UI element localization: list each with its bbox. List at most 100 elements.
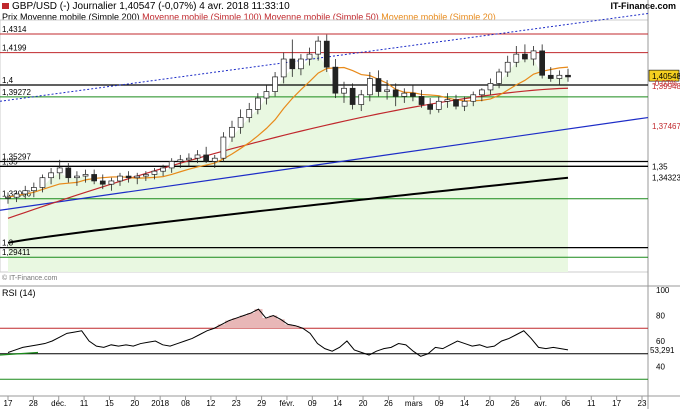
level-label: 1,4314 (2, 25, 27, 34)
candle-body (427, 104, 434, 110)
candle-body (151, 170, 158, 175)
candle-body (349, 87, 356, 105)
level-label: 1,4 (2, 76, 14, 85)
candle-body (39, 177, 46, 188)
candle-body (82, 174, 89, 177)
candle-body (401, 92, 408, 97)
time-tick-label: 26 (511, 399, 520, 408)
candle-body (134, 175, 141, 179)
rsi-panel: 100 80 60 40 53,291 (0, 285, 680, 380)
candle-body (315, 40, 322, 55)
candle-body (539, 50, 546, 76)
candle-body (323, 40, 330, 68)
candle-body (504, 61, 511, 73)
candle-body (125, 175, 132, 179)
candle-body (358, 94, 365, 105)
candle-body (306, 53, 313, 60)
candle-body (211, 157, 218, 162)
level-label: 1,39272 (2, 88, 31, 97)
candle-body (5, 196, 11, 199)
time-tick-label: 14 (460, 399, 469, 408)
candle-body (168, 161, 175, 169)
candle-body (246, 109, 253, 118)
time-tick-label: 08 (181, 399, 190, 408)
candle-body (410, 92, 416, 97)
time-tick-label: 15 (105, 399, 114, 408)
candle-body (332, 66, 339, 94)
candle-body (30, 187, 37, 192)
right-axis-label: 1,34323 (652, 173, 680, 182)
candle-body (384, 89, 390, 92)
time-tick-label: 26 (384, 399, 393, 408)
candle-body (186, 157, 192, 161)
time-tick-label: 11 (80, 399, 89, 408)
rsi-tick-label: 60 (656, 337, 665, 346)
time-tick-label: 20 (130, 399, 139, 408)
candle-body (513, 53, 520, 63)
candle-body (341, 87, 347, 94)
time-tick-label: 06 (561, 399, 570, 408)
level-label: 1,4199 (2, 44, 27, 53)
time-tick-label: 29 (257, 399, 266, 408)
candle-body (56, 167, 63, 174)
candle-body (142, 174, 149, 177)
candle-body (220, 136, 227, 159)
candle-body (160, 167, 166, 172)
chart-stage: GBP/USD (-) Journalier 1,40547 (-0,07%) … (0, 0, 680, 409)
rsi-overbought-fill (217, 309, 300, 329)
candle-body (556, 74, 563, 79)
candle-body (254, 97, 261, 110)
candle-body (547, 74, 554, 79)
candle-body (565, 74, 571, 78)
level-label: 1,3 (2, 239, 14, 248)
candle-body (91, 174, 98, 182)
candle-body (229, 126, 235, 138)
candle-body (13, 193, 20, 198)
time-tick-label: 14 (333, 399, 342, 408)
candle-body (478, 89, 485, 96)
rsi-tick-label: 40 (656, 363, 665, 372)
time-tick-label: 17 (612, 399, 621, 408)
candle-body (496, 71, 502, 84)
candle-body (453, 99, 459, 107)
level-label: 1,29411 (2, 248, 31, 257)
time-tick-label: déc. (51, 399, 66, 408)
candle-body (194, 154, 201, 159)
candle-body (108, 180, 115, 185)
rsi-title: RSI (14) (2, 288, 36, 298)
right-axis-label: 1,39948 (652, 82, 680, 91)
time-tick-label: avr. (534, 399, 547, 408)
candle-body (177, 159, 184, 162)
candle-body (289, 58, 296, 70)
candle-body (461, 100, 468, 107)
candle-body (530, 50, 537, 60)
time-tick-label: févr. (279, 399, 294, 408)
price-chart-svg: 1,43141,41991,41,392721,352971,351,33006… (0, 0, 680, 409)
time-tick-label: 20 (359, 399, 368, 408)
candle-body (435, 100, 442, 110)
rsi-last-value: 53,291 (650, 346, 675, 355)
candle-body (203, 154, 210, 162)
candle-body (272, 76, 278, 92)
candle-body (22, 190, 29, 195)
time-tick-label: 23 (638, 399, 647, 408)
candle-body (237, 117, 244, 128)
time-tick-label: 12 (206, 399, 215, 408)
candle-body (298, 58, 304, 70)
rsi-tick-label: 100 (656, 286, 670, 295)
candle-body (487, 83, 494, 91)
candle-body (263, 91, 270, 99)
candle-body (375, 78, 382, 92)
candle-body (280, 58, 287, 78)
candle-body (117, 175, 123, 182)
time-tick-label: 11 (587, 399, 596, 408)
candle-body (444, 99, 451, 102)
candle-body (65, 167, 72, 179)
time-tick-label: mars (405, 399, 423, 408)
level-label: 1,35 (2, 157, 18, 166)
time-tick-label: 09 (308, 399, 317, 408)
time-tick-label: 20 (485, 399, 494, 408)
rsi-line (7, 308, 569, 357)
candle-body (48, 172, 54, 179)
time-tick-label: 09 (435, 399, 444, 408)
